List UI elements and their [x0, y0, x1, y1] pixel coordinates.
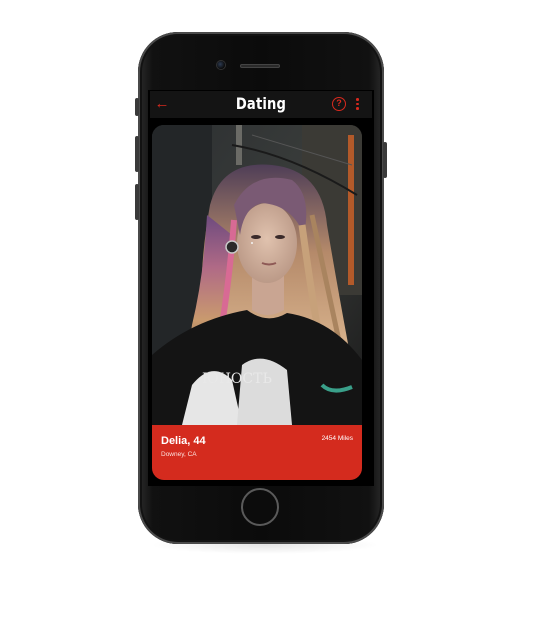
power-button	[383, 142, 387, 178]
phone-frame: ← Dating ? ЮНОСТЬ Delia, 44 Downey, CA 2…	[135, 32, 387, 544]
profile-location: Downey, CA	[161, 451, 197, 458]
more-vertical-icon[interactable]	[354, 97, 360, 111]
page-title: Dating	[235, 94, 287, 113]
question-circle-icon[interactable]: ?	[332, 97, 346, 111]
profile-distance: 2454 Miles	[321, 435, 353, 442]
front-camera	[217, 61, 225, 69]
app-header: ← Dating ?	[150, 91, 372, 118]
stage: ← Dating ? ЮНОСТЬ Delia, 44 Downey, CA 2…	[0, 0, 534, 642]
profile-info-banner: Delia, 44 Downey, CA 2454 Miles	[152, 425, 362, 480]
mute-switch	[135, 98, 139, 116]
volume-up-button	[135, 136, 139, 172]
svg-text:ЮНОСТЬ: ЮНОСТЬ	[202, 371, 272, 387]
volume-down-button	[135, 184, 139, 220]
home-button[interactable]	[241, 488, 279, 526]
phone-screen: ← Dating ? ЮНОСТЬ Delia, 44 Downey, CA 2…	[148, 90, 374, 486]
profile-photo[interactable]: ЮНОСТЬ	[152, 125, 362, 425]
profile-name: Delia, 44	[161, 435, 206, 447]
profile-card[interactable]: ЮНОСТЬ Delia, 44 Downey, CA 2454 Miles	[152, 125, 362, 480]
earpiece-speaker	[240, 64, 280, 68]
arrow-left-icon[interactable]: ←	[154, 96, 170, 112]
